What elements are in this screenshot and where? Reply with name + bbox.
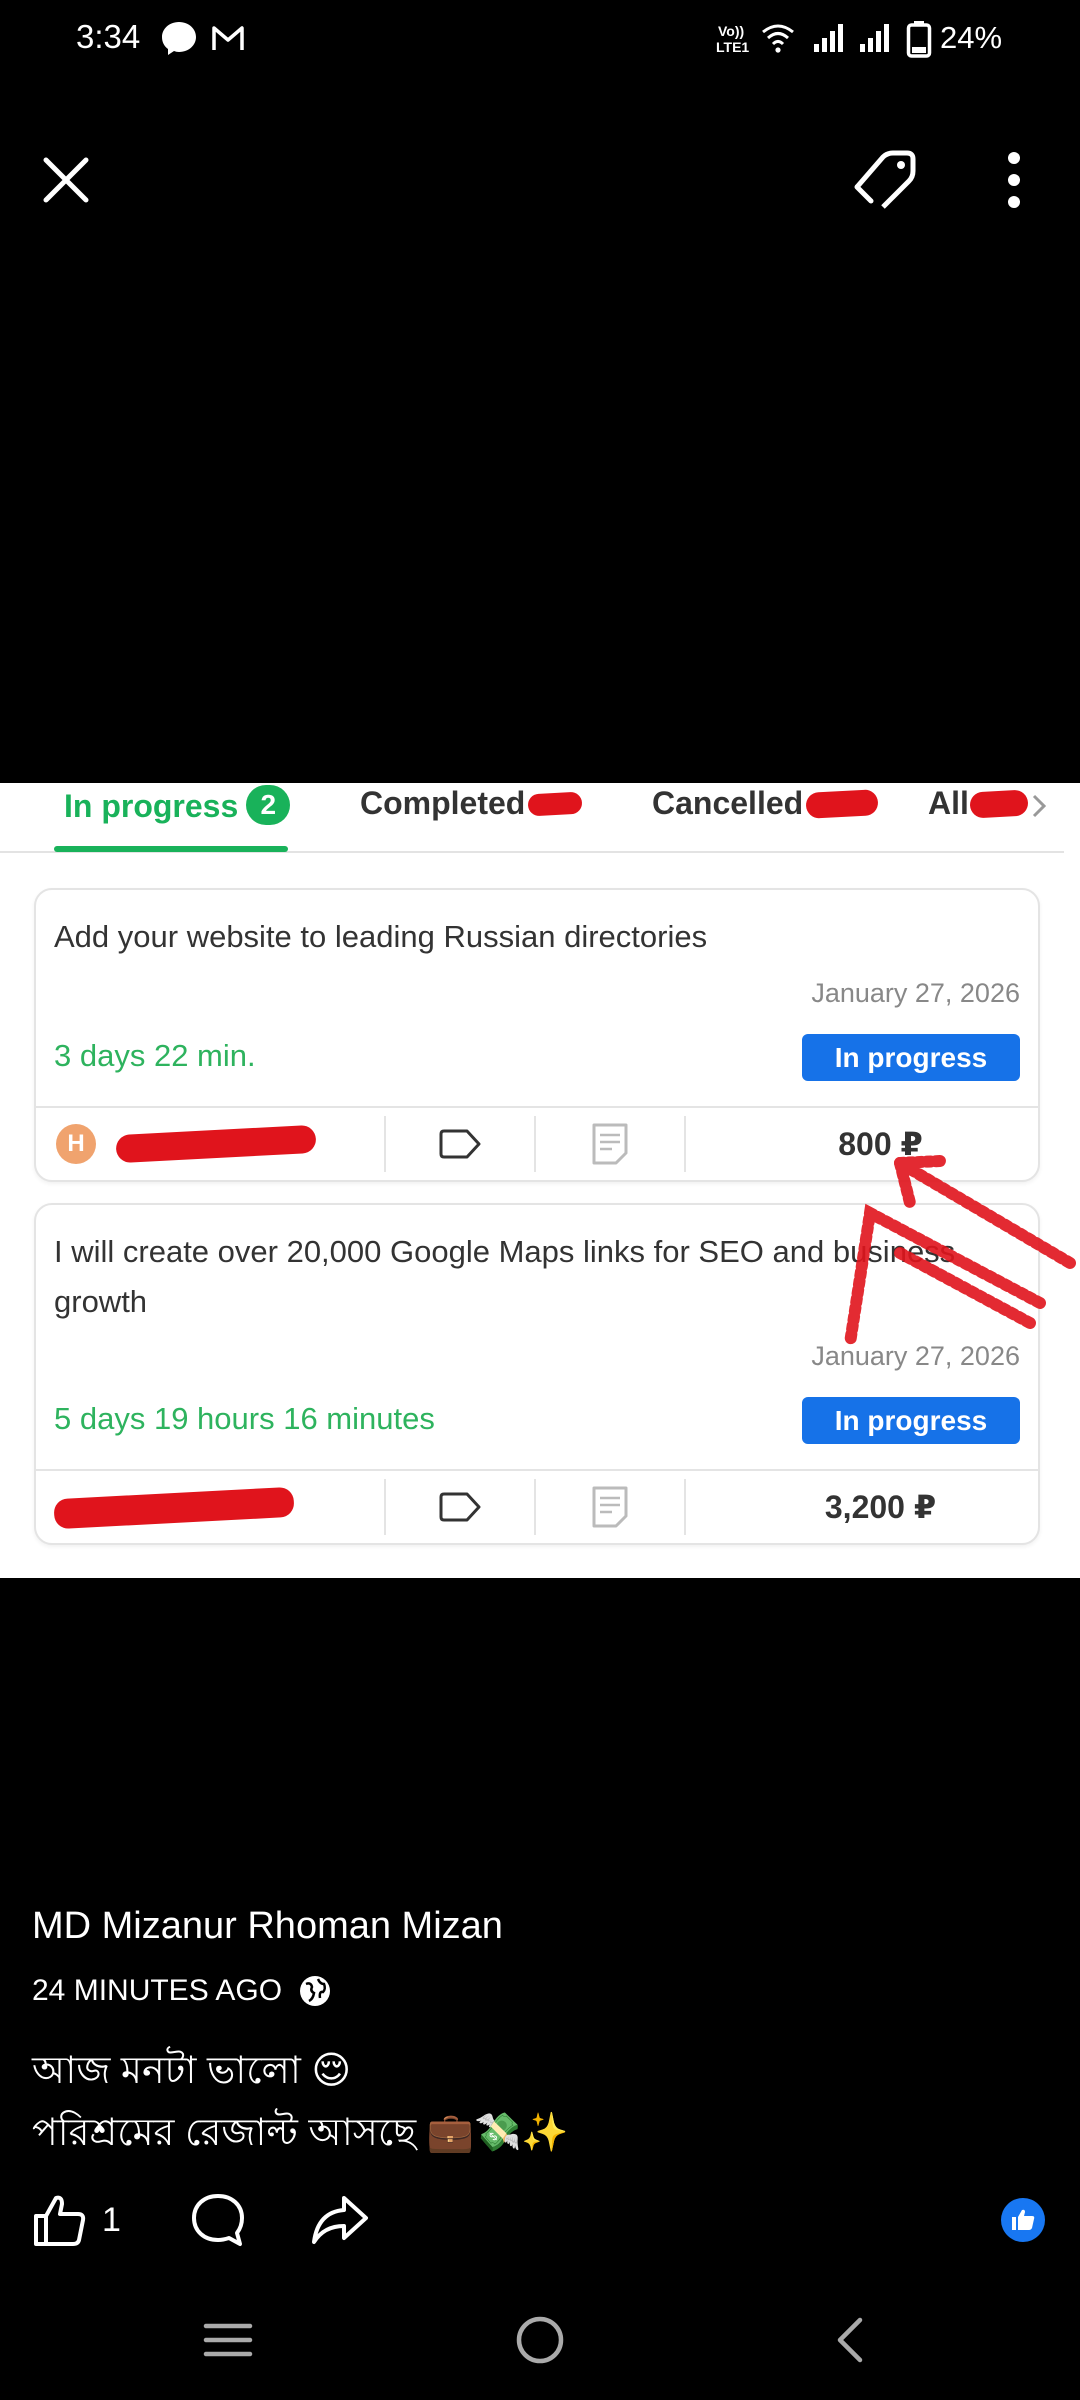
globe-icon [300,1976,331,2006]
order-card: Add your website to leading Russian dire… [34,888,1040,1182]
tag-button[interactable] [842,140,922,220]
redaction-scribble [805,789,879,819]
post-actions: 1 [0,2185,1080,2255]
signal-icon [860,24,889,52]
order-timer: 3 days 22 min. [54,1038,256,1073]
label-button [386,1471,534,1543]
order-price: 3,200 ₽ [824,1489,937,1525]
share-icon [312,2196,368,2244]
tab-in-progress: In progress 2 [64,785,291,825]
redaction-scribble [53,1486,295,1530]
messenger-icon [162,22,196,55]
status-time: 3:34 [76,18,141,55]
order-footer: 3,200 ₽ [36,1469,1038,1543]
more-options-button[interactable] [974,140,1054,220]
post-author[interactable]: MD Mizanur Rhoman Mizan [32,1905,503,1948]
svg-text:LTE1: LTE1 [716,39,749,55]
active-tab-indicator [54,846,288,852]
photo-viewer-toolbar [0,140,1080,240]
shared-screenshot: In progress 2 Completed Cancelled All Add… [0,783,1080,1578]
order-tabs: In progress 2 Completed Cancelled All [0,783,1064,853]
gmail-icon [212,26,244,50]
redaction-scribble [115,1124,317,1164]
avatar: H [56,1124,96,1164]
close-icon [43,157,89,203]
recents-button[interactable] [188,2300,268,2380]
annotation-arrow [844,1155,1076,1349]
tab-completed: Completed [360,785,526,821]
tab-cancelled: Cancelled [652,785,804,821]
chevron-right-icon [1032,794,1047,818]
tag-icon [854,150,916,209]
reaction-summary[interactable] [1000,2185,1046,2255]
home-button[interactable] [500,2300,580,2380]
home-icon [516,2316,564,2364]
order-timer: 5 days 19 hours 16 minutes [54,1401,435,1436]
label-button [386,1108,534,1180]
note-icon [592,1123,628,1165]
signal-icon [814,24,843,52]
order-title: Add your website to leading Russian dire… [54,919,708,954]
label-icon [439,1129,481,1159]
post-caption: আজ মনটা ভালো 😌 পরিশ্রমের রেজাল্ট আসছে 💼💸… [32,2040,569,2164]
back-button[interactable] [810,2300,890,2380]
wifi-icon [762,24,794,53]
post-time: 24 MINUTES AGO [32,1974,332,2008]
status-badge: In progress [802,1034,1020,1081]
caption-line: পরিশ্রমের রেজাল্ট আসছে 💼💸✨ [32,2112,569,2154]
like-button[interactable]: 1 [32,2185,121,2255]
tab-all: All [928,785,969,821]
label-icon [439,1492,481,1522]
order-date: January 27, 2026 [811,978,1020,1008]
comment-button[interactable] [190,2185,246,2255]
volte-icon: Vo)) LTE1 [716,23,749,55]
svg-text:Vo)): Vo)) [718,23,744,39]
note-icon [592,1486,628,1528]
recents-icon [203,2323,253,2357]
battery-percentage: 24% [940,20,1003,55]
notes-button [536,1471,684,1543]
thumbs-up-icon [34,2195,86,2246]
share-button[interactable] [310,2185,370,2255]
count-badge: 2 [246,785,291,825]
battery-icon [906,21,932,58]
more-vertical-icon [1008,152,1020,208]
back-icon [837,2317,863,2363]
close-button[interactable] [26,140,106,220]
comment-icon [192,2194,244,2246]
status-bar: 3:34 Vo)) LTE1 24% [0,0,1080,76]
redaction-scribble [527,791,583,817]
notes-button [536,1108,684,1180]
system-nav-bar [0,2300,1080,2400]
status-badge: In progress [802,1397,1020,1444]
like-reaction-icon [1001,2198,1045,2242]
caption-line: আজ মনটা ভালো 😌 [32,2050,352,2092]
like-count: 1 [102,2200,121,2239]
redaction-scribble [969,789,1029,819]
